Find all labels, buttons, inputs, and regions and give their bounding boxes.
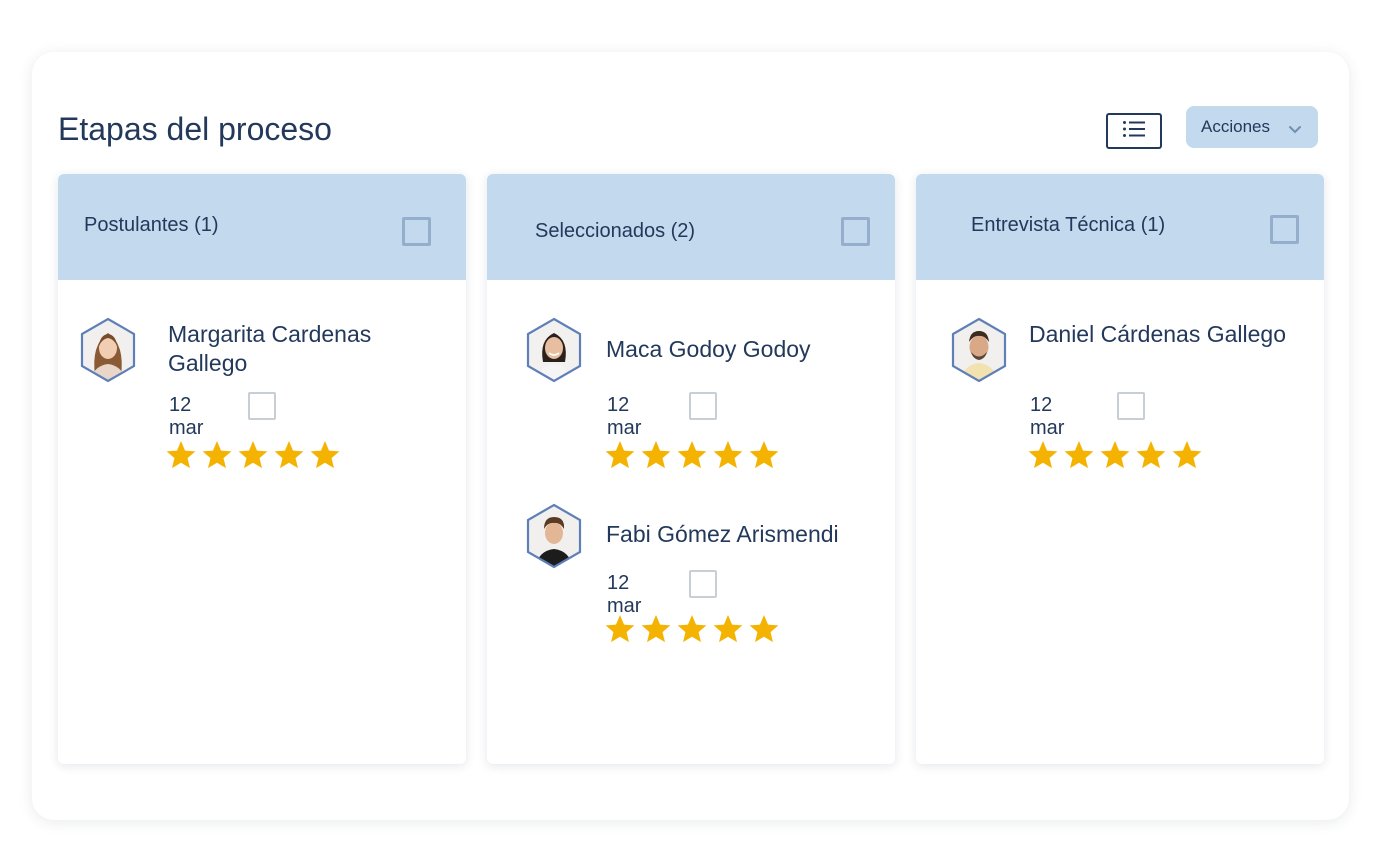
star-rating[interactable] — [1027, 440, 1203, 470]
star-icon[interactable] — [604, 440, 636, 470]
stage-column-seleccionados: Seleccionados (2) Maca Godoy Godoy 12 ma… — [487, 174, 895, 764]
star-icon[interactable] — [1027, 440, 1059, 470]
candidate-checkbox[interactable] — [689, 570, 717, 598]
candidate-checkbox[interactable] — [689, 392, 717, 420]
star-icon[interactable] — [676, 614, 708, 644]
star-icon[interactable] — [1171, 440, 1203, 470]
stage-select-all-checkbox[interactable] — [402, 217, 431, 246]
star-icon[interactable] — [676, 440, 708, 470]
list-icon — [1122, 120, 1146, 143]
stage-title: Seleccionados (2) — [535, 220, 696, 242]
star-icon[interactable] — [712, 614, 744, 644]
stage-header: Entrevista Técnica (1) — [916, 174, 1324, 280]
star-icon[interactable] — [640, 614, 672, 644]
star-icon[interactable] — [1099, 440, 1131, 470]
star-icon[interactable] — [604, 614, 636, 644]
candidate-checkbox[interactable] — [1117, 392, 1145, 420]
candidate-name[interactable]: Daniel Cárdenas Gallego — [1029, 320, 1289, 349]
star-icon[interactable] — [748, 440, 780, 470]
stage-title: Entrevista Técnica (1) — [971, 214, 1166, 236]
candidate-date: 12 mar — [607, 572, 642, 617]
avatar — [78, 316, 138, 384]
star-icon[interactable] — [201, 440, 233, 470]
actions-dropdown-button[interactable]: Acciones — [1186, 106, 1318, 148]
candidate-name[interactable]: Maca Godoy Godoy — [606, 335, 876, 364]
star-icon[interactable] — [237, 440, 269, 470]
stage-title: Postulantes (1) — [84, 214, 219, 236]
star-icon[interactable] — [165, 440, 197, 470]
star-rating[interactable] — [604, 614, 780, 644]
candidate-name[interactable]: Fabi Gómez Arismendi — [606, 520, 876, 549]
star-icon[interactable] — [748, 614, 780, 644]
stage-select-all-checkbox[interactable] — [1270, 215, 1299, 244]
page-title: Etapas del proceso — [58, 111, 332, 147]
avatar — [524, 316, 584, 384]
avatar — [524, 502, 584, 570]
avatar — [949, 316, 1009, 384]
actions-label: Acciones — [1201, 117, 1270, 136]
stage-column-entrevista-tecnica: Entrevista Técnica (1) Daniel Cárdenas G… — [916, 174, 1324, 764]
candidate-date: 12 mar — [169, 394, 204, 439]
candidate-date: 12 mar — [607, 394, 642, 439]
stage-column-postulantes: Postulantes (1) Margarita Cardenas Galle… — [58, 174, 466, 764]
star-icon[interactable] — [273, 440, 305, 470]
candidate-checkbox[interactable] — [248, 392, 276, 420]
star-rating[interactable] — [165, 440, 341, 470]
star-icon[interactable] — [640, 440, 672, 470]
candidate-date: 12 mar — [1030, 394, 1065, 439]
star-icon[interactable] — [1063, 440, 1095, 470]
star-icon[interactable] — [309, 440, 341, 470]
stage-select-all-checkbox[interactable] — [841, 217, 870, 246]
stage-header: Postulantes (1) — [58, 174, 466, 280]
star-icon[interactable] — [712, 440, 744, 470]
list-view-toggle-button[interactable] — [1106, 113, 1162, 149]
star-rating[interactable] — [604, 440, 780, 470]
star-icon[interactable] — [1135, 440, 1167, 470]
candidate-name[interactable]: Margarita Cardenas Gallego — [168, 320, 428, 378]
stage-header: Seleccionados (2) — [487, 174, 895, 280]
chevron-down-icon — [1288, 120, 1302, 140]
